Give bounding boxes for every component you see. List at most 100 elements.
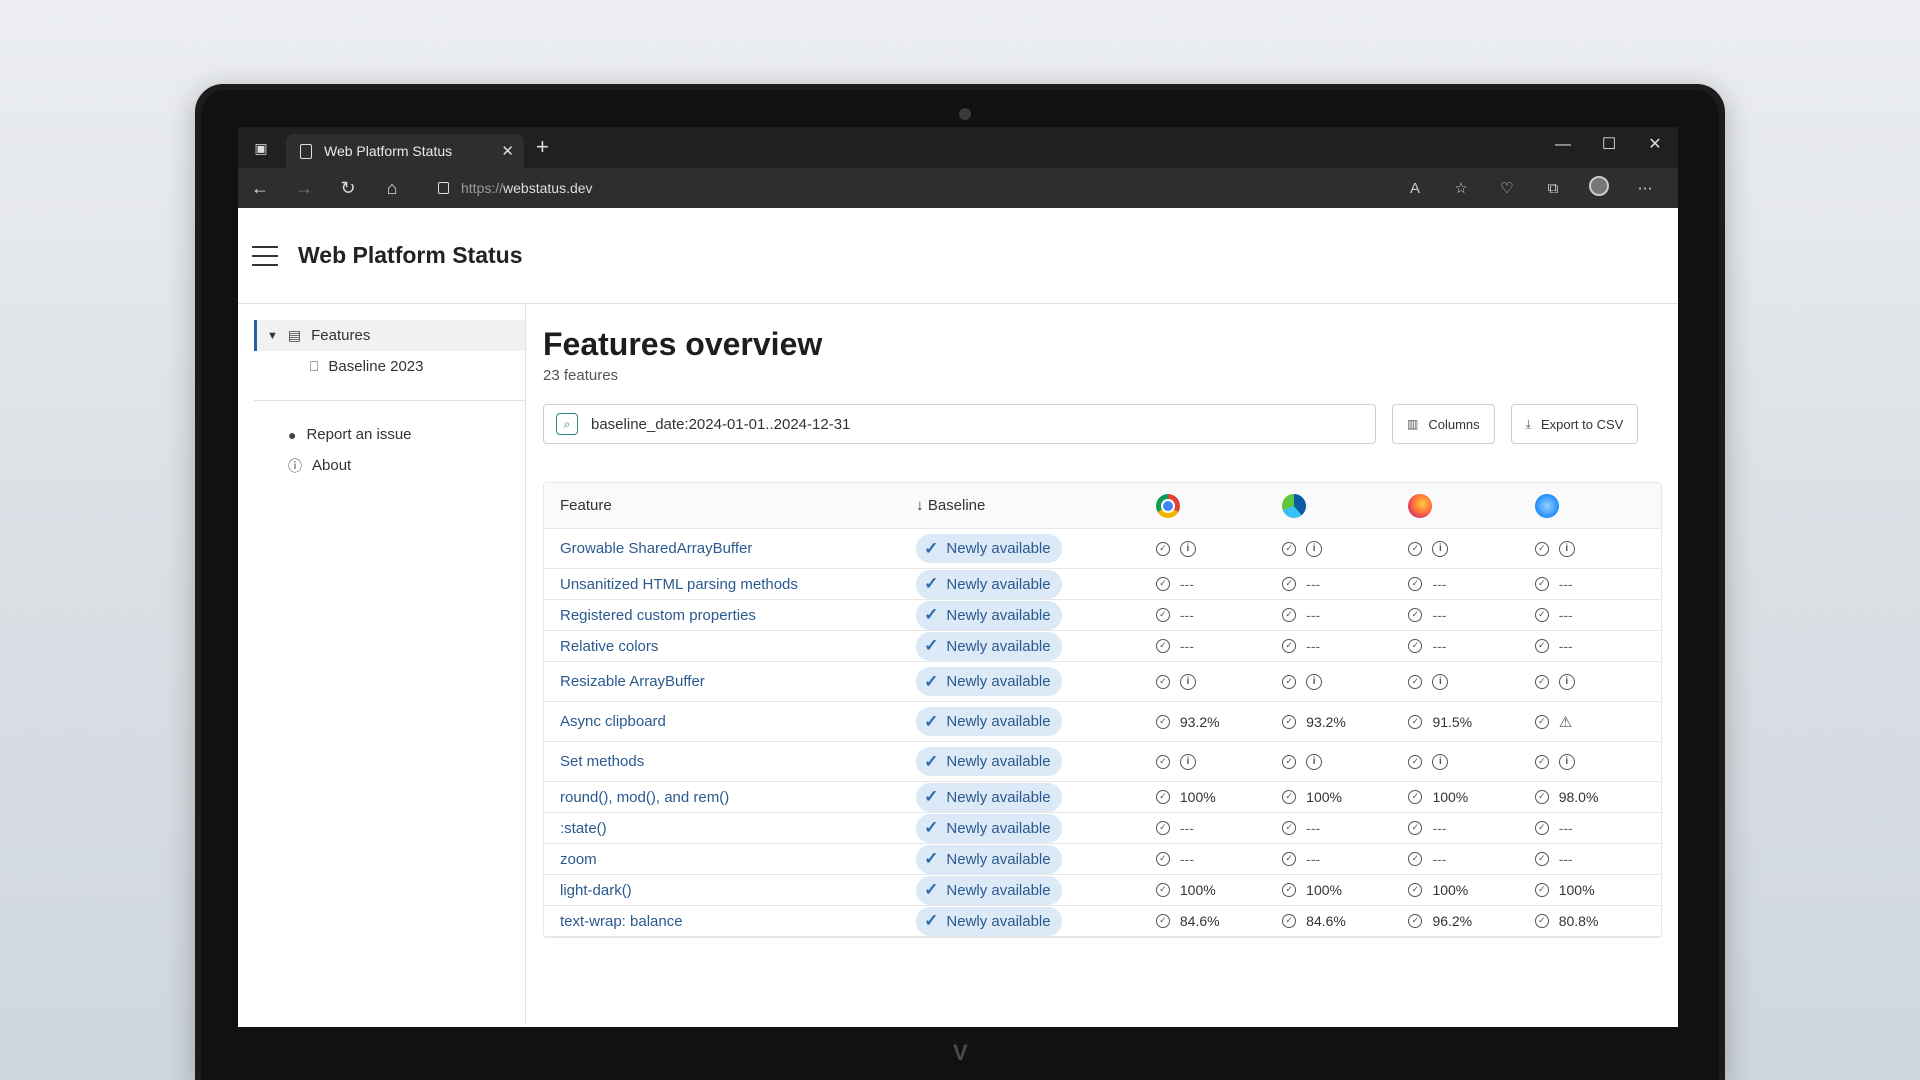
header-feature[interactable]: Feature — [544, 497, 916, 514]
info-icon[interactable]: i — [1306, 540, 1323, 557]
sidebar-item-about[interactable]: ⓘ About — [238, 450, 525, 481]
wpt-score[interactable]: 100% — [1306, 789, 1342, 805]
wpt-score[interactable]: 100% — [1559, 882, 1595, 898]
info-icon[interactable]: i — [1432, 673, 1449, 690]
feature-link[interactable]: light-dark() — [544, 882, 916, 899]
feature-link[interactable]: Registered custom properties — [544, 607, 916, 624]
feature-link[interactable]: Relative colors — [544, 638, 916, 655]
wpt-score[interactable]: --- — [1180, 607, 1194, 623]
sidebar-item-baseline-2023[interactable]: ⎕ Baseline 2023 — [238, 351, 525, 382]
browser-tab[interactable]: Web Platform Status ✕ — [286, 134, 524, 168]
feature-link[interactable]: Async clipboard — [544, 713, 916, 730]
browser-essentials-icon[interactable]: ♡ — [1484, 179, 1530, 197]
extensions-icon[interactable]: ⧉ — [1530, 180, 1576, 197]
feature-link[interactable]: round(), mod(), and rem() — [544, 789, 916, 806]
sidebar-item-report-issue[interactable]: ● Report an issue — [238, 419, 525, 450]
wpt-score[interactable]: --- — [1432, 638, 1446, 654]
read-aloud-icon[interactable]: A — [1392, 180, 1438, 197]
wpt-score[interactable]: 98.0% — [1559, 789, 1599, 805]
browser-cell-chrome: ✓ --- — [1155, 851, 1282, 867]
wpt-score[interactable]: 100% — [1306, 882, 1342, 898]
forward-icon[interactable]: → — [282, 178, 326, 199]
url-field[interactable]: https:// webstatus.dev — [430, 173, 1320, 203]
wpt-score[interactable]: 100% — [1432, 882, 1468, 898]
info-icon[interactable]: i — [1558, 753, 1575, 770]
wpt-score[interactable]: 100% — [1432, 789, 1468, 805]
info-icon[interactable]: i — [1306, 753, 1323, 770]
browser-cell-edge: ✓ --- — [1282, 820, 1408, 836]
info-icon[interactable]: i — [1558, 673, 1575, 690]
warning-icon[interactable]: ⚠ — [1559, 713, 1572, 731]
info-icon[interactable]: i — [1179, 540, 1196, 557]
wpt-score[interactable]: --- — [1306, 851, 1320, 867]
wpt-score[interactable]: 100% — [1180, 882, 1216, 898]
wpt-score[interactable]: 100% — [1180, 789, 1216, 805]
wpt-score[interactable]: 96.2% — [1432, 913, 1472, 929]
maximize-icon[interactable]: ☐ — [1586, 127, 1632, 168]
export-csv-button[interactable]: ⤓ Export to CSV — [1510, 404, 1639, 444]
new-tab-button[interactable]: + — [536, 134, 549, 160]
refresh-icon[interactable]: ↻ — [326, 178, 370, 199]
browser-cell-safari: ✓ 98.0% — [1534, 789, 1661, 805]
wpt-score[interactable]: --- — [1559, 638, 1573, 654]
wpt-score[interactable]: --- — [1180, 638, 1194, 654]
wpt-score[interactable]: 91.5% — [1432, 714, 1472, 730]
wpt-score[interactable]: 93.2% — [1180, 714, 1220, 730]
wpt-score[interactable]: --- — [1306, 638, 1320, 654]
wpt-score[interactable]: 80.8% — [1559, 913, 1599, 929]
close-icon[interactable]: ✕ — [1632, 127, 1678, 168]
profile-icon[interactable] — [1576, 176, 1622, 200]
wpt-score[interactable]: --- — [1559, 607, 1573, 623]
back-icon[interactable]: ← — [238, 178, 282, 199]
wpt-score[interactable]: --- — [1306, 576, 1320, 592]
feature-link[interactable]: :state() — [544, 820, 916, 837]
wpt-score[interactable]: 93.2% — [1306, 714, 1346, 730]
wpt-score[interactable]: --- — [1180, 851, 1194, 867]
info-icon[interactable]: i — [1306, 673, 1323, 690]
wpt-score[interactable]: --- — [1180, 576, 1194, 592]
feature-link[interactable]: Unsanitized HTML parsing methods — [544, 576, 916, 593]
wpt-score[interactable]: --- — [1559, 576, 1573, 592]
browser-cell-firefox: ✓ 91.5% — [1408, 714, 1534, 730]
feature-link[interactable]: Resizable ArrayBuffer — [544, 673, 916, 690]
wpt-score[interactable]: --- — [1432, 607, 1446, 623]
browser-cell-safari: ✓ --- — [1534, 576, 1661, 592]
wpt-score[interactable]: --- — [1432, 851, 1446, 867]
browser-cell-edge: ✓ --- — [1282, 607, 1408, 623]
info-icon[interactable]: i — [1432, 753, 1449, 770]
home-icon[interactable]: ⌂ — [370, 178, 414, 199]
close-tab-icon[interactable]: ✕ — [501, 142, 514, 160]
wpt-score[interactable]: --- — [1559, 820, 1573, 836]
feature-link[interactable]: Set methods — [544, 753, 916, 770]
wpt-score[interactable]: --- — [1180, 820, 1194, 836]
badge-label: Newly available — [946, 713, 1051, 730]
caret-down-icon[interactable]: ▼ — [267, 330, 278, 342]
info-icon[interactable]: i — [1179, 753, 1196, 770]
wpt-score[interactable]: 84.6% — [1180, 913, 1220, 929]
menu-icon[interactable] — [252, 245, 278, 266]
more-menu-icon[interactable]: ⋯ — [1622, 179, 1668, 197]
feature-link[interactable]: zoom — [544, 851, 916, 868]
columns-button[interactable]: ▥ Columns — [1392, 404, 1495, 444]
wpt-score[interactable]: --- — [1306, 607, 1320, 623]
info-icon[interactable]: i — [1558, 540, 1575, 557]
favorites-add-icon[interactable]: ☆ — [1438, 179, 1484, 197]
header-baseline[interactable]: ↓ Baseline — [916, 497, 1156, 514]
columns-label: Columns — [1428, 416, 1480, 432]
wpt-score[interactable]: --- — [1306, 820, 1320, 836]
info-icon[interactable]: i — [1432, 540, 1449, 557]
sort-arrow-icon: ↓ — [916, 497, 928, 514]
wpt-score[interactable]: --- — [1432, 576, 1446, 592]
sidebar-item-features[interactable]: ▼ ▤ Features — [254, 320, 525, 351]
available-icon: ✓ — [1282, 914, 1297, 928]
feature-link[interactable]: Growable SharedArrayBuffer — [544, 540, 916, 557]
feature-link[interactable]: text-wrap: balance — [544, 913, 916, 930]
minimize-icon[interactable]: — — [1540, 127, 1586, 168]
site-title[interactable]: Web Platform Status — [298, 242, 523, 269]
info-icon[interactable]: i — [1179, 673, 1196, 690]
wpt-score[interactable]: 84.6% — [1306, 913, 1346, 929]
search-input[interactable]: ⌕ baseline_date:2024-01-01..2024-12-31 — [543, 404, 1376, 444]
tab-actions-icon[interactable]: ▣ — [250, 137, 272, 159]
wpt-score[interactable]: --- — [1432, 820, 1446, 836]
wpt-score[interactable]: --- — [1559, 851, 1573, 867]
